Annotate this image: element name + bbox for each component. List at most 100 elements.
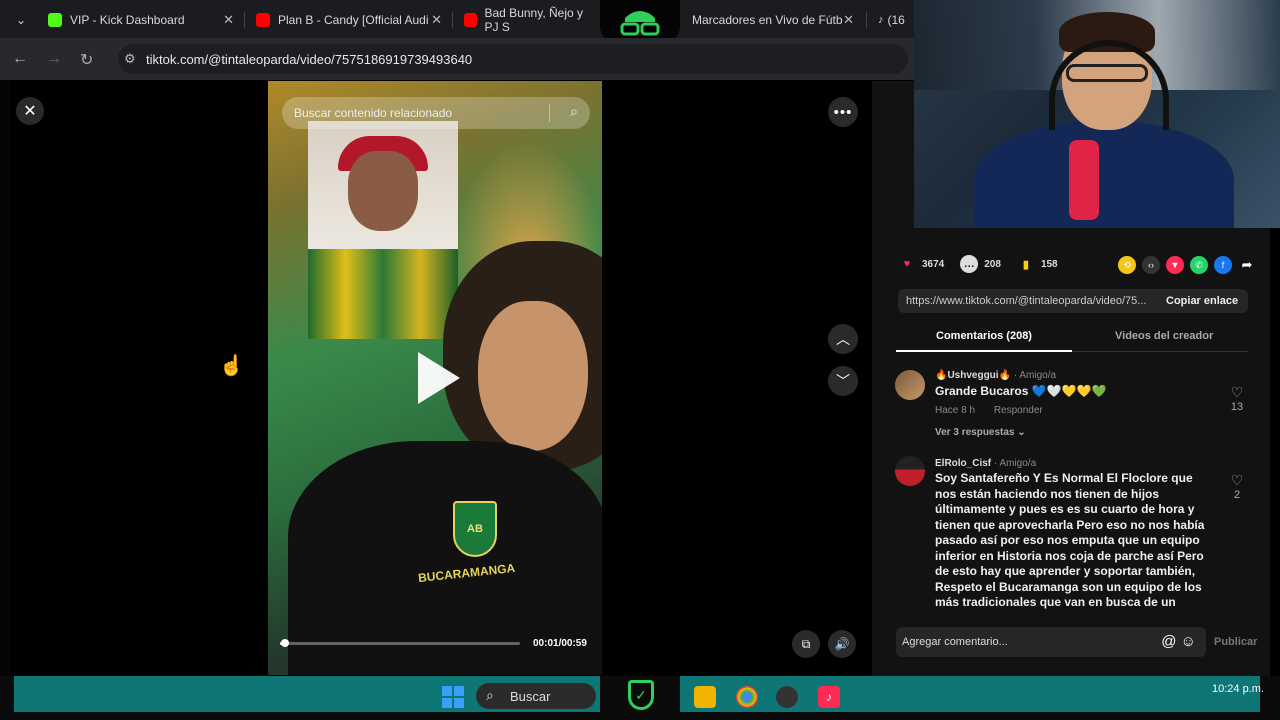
previous-video-button[interactable]: ︿ <box>828 324 858 354</box>
file-explorer-icon[interactable] <box>694 686 716 708</box>
forward-arrow-icon[interactable]: → <box>46 50 62 68</box>
windows-start-icon[interactable] <box>442 686 464 708</box>
url-field[interactable]: ⚙ tiktok.com/@tintaleoparda/video/757518… <box>118 44 908 74</box>
screen: ⌄ VIP - Kick Dashboard ✕ Plan B - Candy … <box>0 0 1280 720</box>
comment-time: Hace 8 h <box>935 405 976 416</box>
comment-input[interactable]: Agregar comentario... @ ☺ <box>896 627 1206 657</box>
tab-title: (16 <box>887 13 905 27</box>
tab-plan-b[interactable]: Plan B - Candy [Official Audi ✕ <box>248 6 448 34</box>
site-settings-icon[interactable]: ⚙ <box>124 51 136 67</box>
tab-list-button[interactable]: ⌄ <box>8 6 34 34</box>
chevron-up-icon: ︿ <box>836 331 850 347</box>
search-icon: ⌕ <box>486 687 494 703</box>
active-tab-indicator <box>896 350 1072 352</box>
share-arrow-icon[interactable]: ➦ <box>1238 256 1256 274</box>
tab-marcadores[interactable]: Marcadores en Vivo de Fútb ✕ <box>684 6 860 34</box>
youtube-icon <box>256 13 270 27</box>
taskbar-search-label: Buscar <box>510 688 551 704</box>
comment-like-button[interactable]: ♡ 13 <box>1227 384 1247 413</box>
comment-text: Soy Santafereño Y Es Normal El Floclore … <box>935 471 1205 611</box>
youtube-icon <box>464 13 477 27</box>
hand-cursor-icon: ☝ <box>219 355 244 377</box>
tab-tiktok[interactable]: ♪ (16 <box>870 6 914 34</box>
comment-username[interactable]: ElRolo_Cisf <box>935 458 991 469</box>
reply-button[interactable]: Responder <box>994 405 1043 416</box>
system-clock[interactable]: 10:24 p.m. <box>1198 683 1264 695</box>
tab-kick[interactable]: VIP - Kick Dashboard ✕ <box>40 6 240 34</box>
bookmark-icon: ▮ <box>1022 258 1029 271</box>
repost-icon[interactable]: ⟲ <box>1118 256 1136 274</box>
copy-link-button[interactable]: Copiar enlace <box>1154 295 1238 307</box>
search-placeholder: Buscar contenido relacionado <box>294 106 453 120</box>
close-icon[interactable]: ✕ <box>431 12 442 28</box>
obs-icon[interactable] <box>776 686 798 708</box>
comment-like-button[interactable]: ♡ 2 <box>1227 472 1247 501</box>
url-text: tiktok.com/@tintaleoparda/video/75751869… <box>146 51 473 67</box>
pip-icon: ⧉ <box>801 636 811 651</box>
close-video-button[interactable]: ✕ <box>16 97 44 125</box>
tab-title: VIP - Kick Dashboard <box>70 13 185 27</box>
reload-icon[interactable]: ↻ <box>80 50 93 70</box>
send-icon[interactable]: ▼ <box>1166 256 1184 274</box>
close-icon[interactable]: ✕ <box>843 12 854 28</box>
heart-outline-icon: ♡ <box>1230 472 1244 488</box>
shield-logo-icon: ✓ <box>628 680 654 710</box>
comment-count: 208 <box>984 258 1001 270</box>
comment-like-count: 13 <box>1230 401 1244 413</box>
avatar[interactable] <box>895 370 925 400</box>
comment-relation: · Amigo/a <box>993 458 1037 469</box>
heart-outline-icon: ♡ <box>1230 384 1244 400</box>
tiktok-app-icon[interactable]: ♪ <box>818 686 840 708</box>
emoji-icon[interactable]: ☺ <box>1181 633 1196 650</box>
like-button[interactable]: ♥ 3674 <box>898 255 945 273</box>
video-progress-bar[interactable] <box>280 639 520 647</box>
taskbar-search[interactable]: ⌕ Buscar <box>476 683 596 709</box>
comment-username[interactable]: 🔥Ushveggui🔥 <box>935 370 1011 381</box>
comment-text: Grande Bucaros 💙🤍💛💛💚 <box>935 384 1107 398</box>
tab-creator-videos[interactable]: Videos del creador <box>1115 330 1213 342</box>
more-dots-icon: ••• <box>833 103 853 121</box>
tab-title: Marcadores en Vivo de Fútb <box>692 13 843 27</box>
streamer-webcam-overlay <box>914 0 1280 228</box>
avatar[interactable] <box>895 456 925 486</box>
embed-icon[interactable]: ‹› <box>1142 256 1160 274</box>
team-crest: AB <box>453 501 497 557</box>
next-video-button[interactable]: ﹀ <box>828 366 858 396</box>
chrome-icon[interactable] <box>736 686 758 708</box>
panel-tabs: Comentarios (208) Videos del creador <box>896 324 1248 352</box>
more-options-button[interactable]: ••• <box>828 97 858 127</box>
microphone <box>1069 140 1099 220</box>
whatsapp-icon[interactable]: ✆ <box>1190 256 1208 274</box>
comment-placeholder: Agregar comentario... <box>902 636 1008 648</box>
close-icon: ✕ <box>23 103 37 120</box>
progress-handle[interactable] <box>280 639 289 647</box>
comment-relation: · Amigo/a <box>1013 370 1057 381</box>
view-replies-button[interactable]: Ver 3 respuestas ⌄ <box>935 427 1026 438</box>
picture-in-picture-button[interactable]: ⧉ <box>792 630 820 658</box>
chevron-down-icon: ﹀ <box>836 373 850 389</box>
video-time: 00:01/00:59 <box>533 638 587 649</box>
tab-bad-bunny[interactable]: Bad Bunny, Ñejo y PJ S <box>456 6 606 34</box>
search-icon[interactable]: ⌕ <box>570 103 578 120</box>
publish-button[interactable]: Publicar <box>1214 636 1257 648</box>
video-inset-crowd <box>308 249 458 339</box>
video-link[interactable]: https://www.tiktok.com/@tintaleoparda/vi… <box>898 295 1154 307</box>
facebook-icon[interactable]: f <box>1214 256 1232 274</box>
back-arrow-icon[interactable]: ← <box>12 50 28 68</box>
volume-button[interactable]: 🔊 <box>828 630 856 658</box>
mention-icon[interactable]: @ <box>1161 633 1176 650</box>
comment-item: ElRolo_Cisf · Amigo/a Soy Santafereño Y … <box>895 456 1255 611</box>
kick-icon <box>48 13 62 27</box>
chevron-down-icon: ⌄ <box>16 13 27 27</box>
close-icon[interactable]: ✕ <box>223 12 234 28</box>
like-count: 3674 <box>922 258 945 270</box>
comment-button[interactable]: … 208 <box>960 255 1001 273</box>
related-search-input[interactable]: Buscar contenido relacionado ⌕ <box>282 97 590 129</box>
tab-title: Plan B - Candy [Official Audi <box>278 13 429 27</box>
play-icon[interactable] <box>418 352 460 404</box>
save-count: 158 <box>1040 258 1058 270</box>
comment-item: 🔥Ushveggui🔥 · Amigo/a Grande Bucaros 💙🤍💛… <box>895 370 1255 450</box>
tab-title: Bad Bunny, Ñejo y PJ S <box>484 6 584 34</box>
save-button[interactable]: ▮ 158 <box>1017 255 1058 273</box>
tab-comments[interactable]: Comentarios (208) <box>936 330 1032 342</box>
